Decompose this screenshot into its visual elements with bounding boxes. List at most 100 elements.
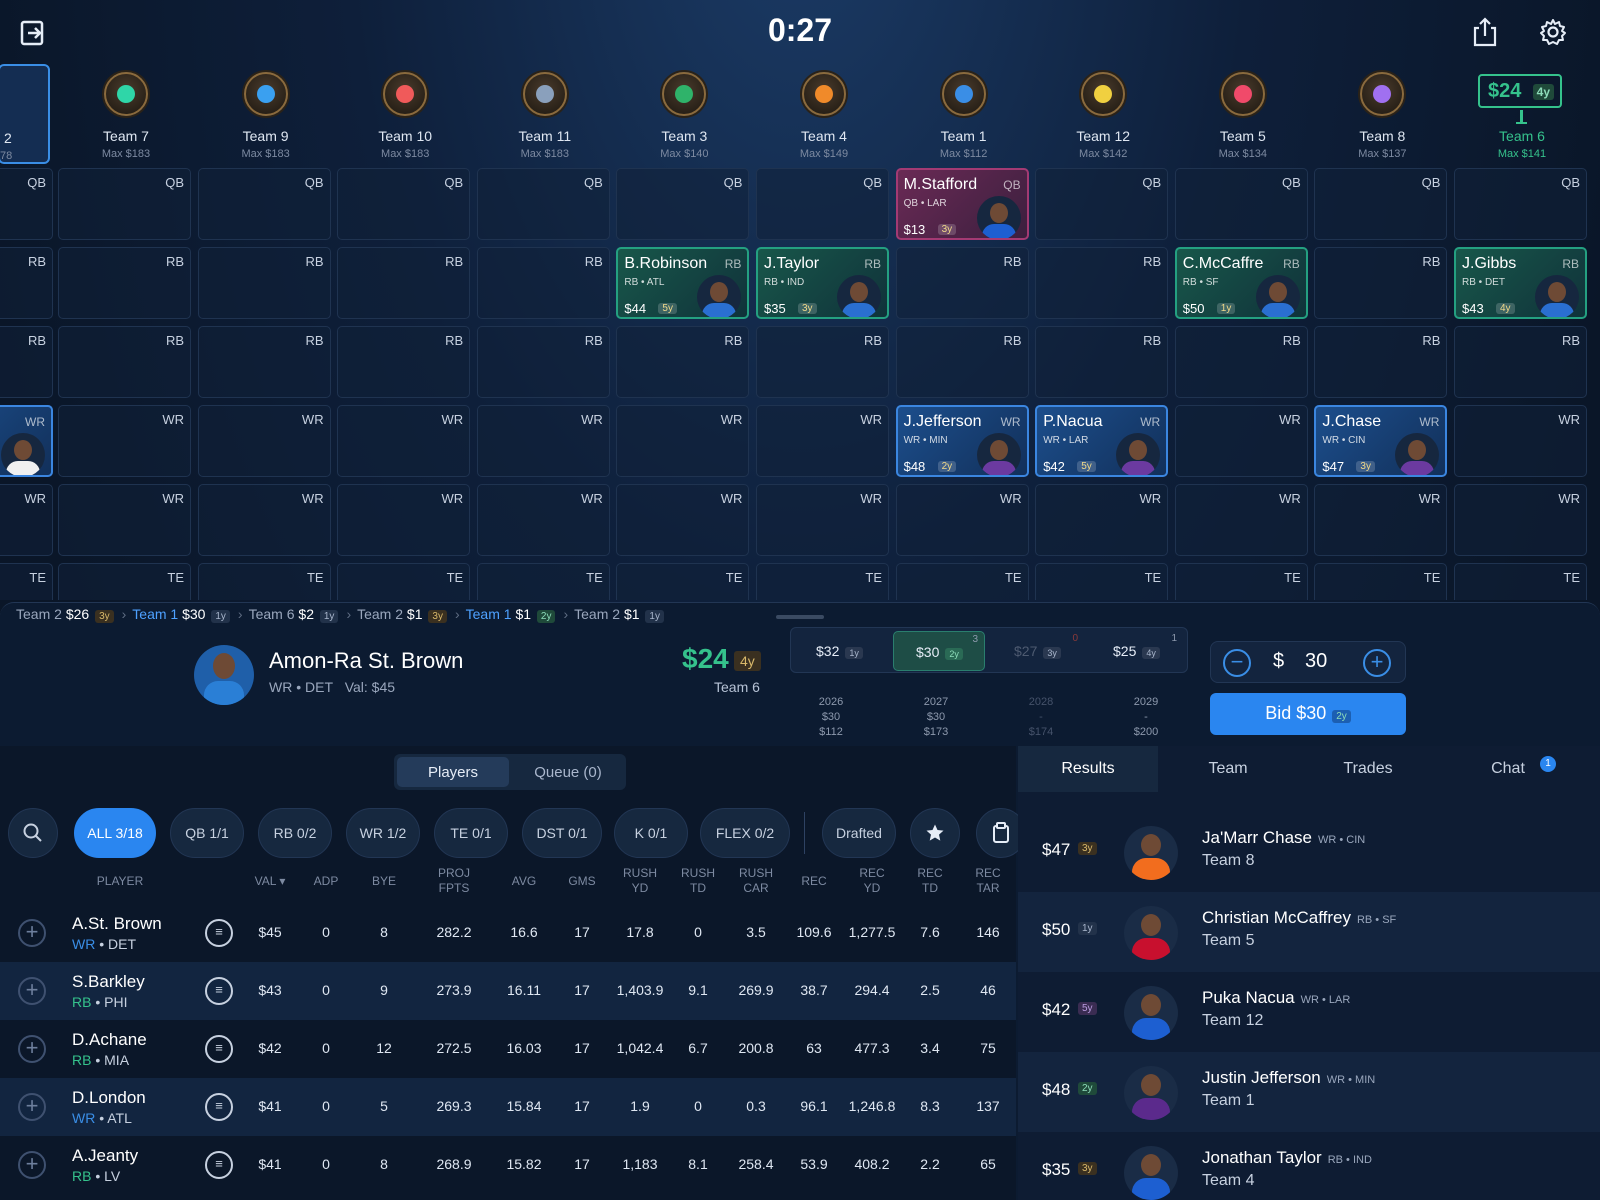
roster-slot[interactable]: QB (197, 168, 331, 240)
roster-slot[interactable]: RB (0, 326, 53, 398)
roster-slot[interactable]: QB (1314, 168, 1448, 240)
team-column[interactable]: Team 10 Max $183 (339, 64, 471, 168)
roster-slot[interactable]: TE (1314, 563, 1448, 600)
drafted-player-card[interactable]: M.Stafford QB QB • LAR $13 3y (895, 168, 1029, 240)
result-row[interactable]: $35 3y Jonathan Taylor RB • IND Team 4 (1018, 1132, 1600, 1200)
roster-slot[interactable]: TE (1454, 563, 1587, 600)
roster-slot[interactable]: WR (197, 484, 331, 556)
drafted-player-card[interactable]: J.Jefferson WR WR • MIN $48 2y (895, 405, 1029, 477)
roster-slot[interactable]: RB (895, 326, 1029, 398)
roster-slot[interactable]: RB (756, 326, 889, 398)
filter-chip[interactable]: QB 1/1 (170, 808, 244, 858)
roster-slot[interactable]: RB (1035, 247, 1169, 319)
nominate-icon[interactable]: ≡ (205, 1035, 233, 1063)
roster-slot[interactable]: TE (476, 563, 610, 600)
column-header[interactable]: PLAYER (80, 874, 160, 889)
team-column[interactable]: Team 8 Max $137 (1316, 64, 1448, 168)
roster-slot[interactable]: QB (1174, 168, 1308, 240)
roster-slot[interactable]: TE (197, 563, 331, 600)
filter-chip[interactable]: RB 0/2 (258, 808, 332, 858)
roster-slot[interactable]: TE (337, 563, 471, 600)
team-column[interactable]: $24 4y Team 6 Max $141 (1456, 64, 1588, 168)
add-to-queue-button[interactable]: + (18, 1035, 46, 1063)
filter-chip[interactable]: WR 1/2 (346, 808, 420, 858)
drafted-player-card[interactable]: P.Nacua WR WR • LAR $42 5y (1035, 405, 1169, 477)
bid-history-item[interactable]: Team 2 $1 1y (574, 606, 666, 623)
gear-icon[interactable] (1538, 17, 1568, 47)
drafted-player-card[interactable]: WR (0, 405, 53, 477)
roster-slot[interactable]: WR (1035, 484, 1169, 556)
filter-chip[interactable]: Drafted (822, 808, 896, 858)
drafted-player-card[interactable]: B.Robinson RB RB • ATL $44 5y (616, 247, 750, 319)
roster-slot[interactable]: WR (476, 405, 610, 477)
column-header[interactable]: BYE (344, 874, 424, 889)
search-icon[interactable] (8, 808, 58, 858)
add-to-queue-button[interactable]: + (18, 919, 46, 947)
filter-chip[interactable]: FLEX 0/2 (700, 808, 790, 858)
star-icon[interactable] (910, 808, 960, 858)
contract-option[interactable]: $25 4y 1 (1091, 631, 1183, 671)
table-row[interactable]: + A.Jeanty RB • LV ≡ $41 0 8 268.9 15.82 17 1,183 8… (0, 1136, 1016, 1194)
nominate-icon[interactable]: ≡ (205, 919, 233, 947)
roster-slot[interactable]: QB (616, 168, 750, 240)
add-to-queue-button[interactable]: + (18, 977, 46, 1005)
drafted-player-card[interactable]: C.McCaffre RB RB • SF $50 1y (1174, 247, 1308, 319)
filter-chip[interactable]: TE 0/1 (434, 808, 508, 858)
roster-slot[interactable]: WR (1454, 405, 1587, 477)
bid-history-item[interactable]: Team 6 $2 1y (249, 606, 341, 623)
roster-slot[interactable]: QB (476, 168, 610, 240)
roster-slot[interactable]: WR (1174, 405, 1308, 477)
table-row[interactable]: + A.St. Brown WR • DET ≡ $45 0 8 282.2 16.6 17 17.… (0, 904, 1016, 962)
roster-slot[interactable]: WR (895, 484, 1029, 556)
roster-slot[interactable]: RB (197, 326, 331, 398)
roster-slot[interactable]: TE (1174, 563, 1308, 600)
tab-players[interactable]: Players (397, 757, 509, 787)
bid-history-item[interactable]: Team 1 $1 2y (466, 606, 558, 623)
roster-slot[interactable]: QB (1035, 168, 1169, 240)
roster-slot[interactable]: RB (616, 326, 750, 398)
roster-slot[interactable]: QB (0, 168, 53, 240)
filter-chip[interactable]: K 0/1 (614, 808, 688, 858)
tab-trades[interactable]: Trades (1298, 746, 1438, 792)
roster-slot[interactable]: RB (1454, 326, 1587, 398)
roster-slot[interactable]: RB (1035, 326, 1169, 398)
filter-chip[interactable]: DST 0/1 (522, 808, 602, 858)
column-header[interactable]: REC TAR (948, 866, 1028, 896)
nominate-icon[interactable]: ≡ (205, 977, 233, 1005)
result-row[interactable]: $42 5y Puka Nacua WR • LAR Team 12 (1018, 972, 1600, 1052)
bid-history-item[interactable]: Team 2 $26 3y (16, 606, 116, 623)
team-column[interactable]: Team 12 Max $142 (1037, 64, 1169, 168)
roster-slot[interactable]: RB (1314, 247, 1448, 319)
roster-slot[interactable]: QB (58, 168, 191, 240)
tab-queue[interactable]: Queue (0) (512, 757, 624, 787)
roster-slot[interactable]: TE (1035, 563, 1169, 600)
roster-slot[interactable]: WR (1174, 484, 1308, 556)
roster-slot[interactable]: RB (1314, 326, 1448, 398)
roster-slot[interactable]: RB (197, 247, 331, 319)
team-column[interactable]: Team 5 Max $134 (1177, 64, 1309, 168)
roster-slot[interactable]: WR (476, 484, 610, 556)
roster-slot[interactable]: RB (58, 247, 191, 319)
bid-history-item[interactable]: Team 1 $30 1y (132, 606, 232, 623)
roster-slot[interactable]: RB (895, 247, 1029, 319)
roster-slot[interactable]: TE (58, 563, 191, 600)
contract-option[interactable]: $32 1y (794, 631, 886, 671)
roster-slot[interactable]: WR (756, 405, 889, 477)
roster-slot[interactable]: RB (476, 247, 610, 319)
roster-slot[interactable]: QB (756, 168, 889, 240)
drafted-player-card[interactable]: J.Chase WR WR • CIN $47 3y (1314, 405, 1448, 477)
tab-results[interactable]: Results (1018, 746, 1158, 792)
drafted-player-card[interactable]: J.Taylor RB RB • IND $35 3y (756, 247, 889, 319)
roster-slot[interactable]: WR (58, 405, 191, 477)
result-row[interactable]: $50 1y Christian McCaffrey RB • SF Team 5 (1018, 892, 1600, 972)
roster-slot[interactable]: TE (616, 563, 750, 600)
contract-option[interactable]: $30 2y 3 (893, 631, 985, 671)
team-column-prev[interactable]: 2 78 (0, 64, 50, 164)
roster-slot[interactable]: WR (0, 484, 53, 556)
roster-slot[interactable]: RB (0, 247, 53, 319)
add-to-queue-button[interactable]: + (18, 1151, 46, 1179)
add-to-queue-button[interactable]: + (18, 1093, 46, 1121)
roster-slot[interactable]: RB (476, 326, 610, 398)
team-column[interactable]: Team 9 Max $183 (200, 64, 332, 168)
roster-slot[interactable]: RB (58, 326, 191, 398)
